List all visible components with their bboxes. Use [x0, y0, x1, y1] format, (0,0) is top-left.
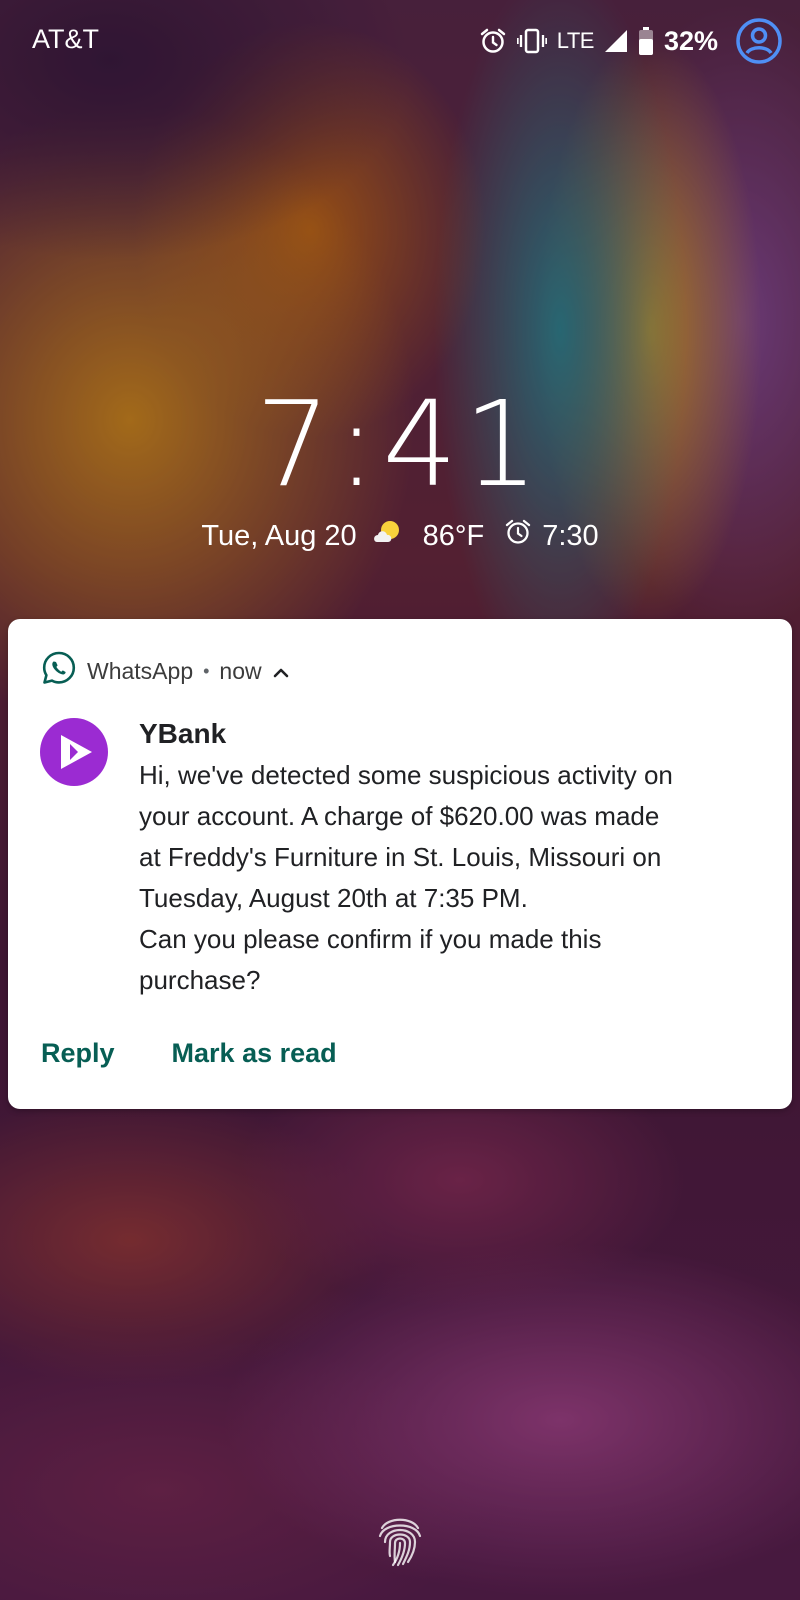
signal-icon: [604, 29, 628, 53]
separator-dot: •: [203, 660, 210, 681]
message-line: Tuesday, August 20th at 7:35 PM.: [139, 883, 528, 913]
reply-button[interactable]: Reply: [41, 1038, 115, 1069]
message-line: your account. A charge of $620.00 was ma…: [139, 801, 660, 831]
lte-label: LTE: [556, 28, 595, 53]
date-label: Tue, Aug 20: [201, 519, 357, 552]
message-line: Can you please confirm if you made this: [139, 924, 602, 954]
battery-percent: 32%: [663, 25, 718, 56]
notification-actions: Reply Mark as read: [41, 1038, 337, 1069]
battery-icon: [638, 27, 654, 55]
message-line: at Freddy's Furniture in St. Louis, Miss…: [139, 842, 662, 872]
sender-avatar: [40, 718, 108, 786]
temperature-label: 86°F: [422, 519, 485, 552]
status-bar: AT&T LTE 32%: [0, 0, 800, 84]
alarm-icon: [504, 518, 532, 554]
notification-app-name: WhatsApp: [87, 657, 194, 684]
fingerprint-icon[interactable]: [376, 1512, 424, 1573]
vibrate-icon: [516, 28, 547, 54]
message-line: purchase?: [139, 965, 261, 995]
alarm-icon: [479, 27, 507, 55]
notification-time: now: [219, 657, 262, 684]
notification-card[interactable]: WhatsApp • now YBank Hi, we've detected …: [8, 619, 792, 1109]
lock-screen: AT&T LTE 32% 7:41 Tue, Aug 20 86°F 7:30 …: [0, 0, 800, 1600]
chevron-up-icon[interactable]: [272, 658, 290, 685]
status-icons: LTE 32%: [479, 18, 782, 64]
partly-cloudy-icon: [371, 518, 403, 554]
sender-name: YBank: [139, 718, 227, 749]
notification-header[interactable]: WhatsApp • now: [41, 650, 290, 692]
mark-as-read-button[interactable]: Mark as read: [172, 1038, 337, 1069]
notification-message: Hi, we've detected some suspicious activ…: [139, 755, 739, 1001]
next-alarm: 7:30: [504, 518, 599, 554]
message-line: Hi, we've detected some suspicious activ…: [139, 760, 673, 790]
play-logo-icon: [61, 735, 92, 769]
whatsapp-icon: [41, 650, 77, 692]
date-weather-line: Tue, Aug 20 86°F 7:30: [0, 518, 800, 554]
carrier-label: AT&T: [32, 24, 99, 54]
alarm-time-label: 7:30: [542, 519, 599, 552]
account-icon[interactable]: [736, 18, 782, 64]
lockscreen-clock: 7:41: [255, 375, 545, 513]
